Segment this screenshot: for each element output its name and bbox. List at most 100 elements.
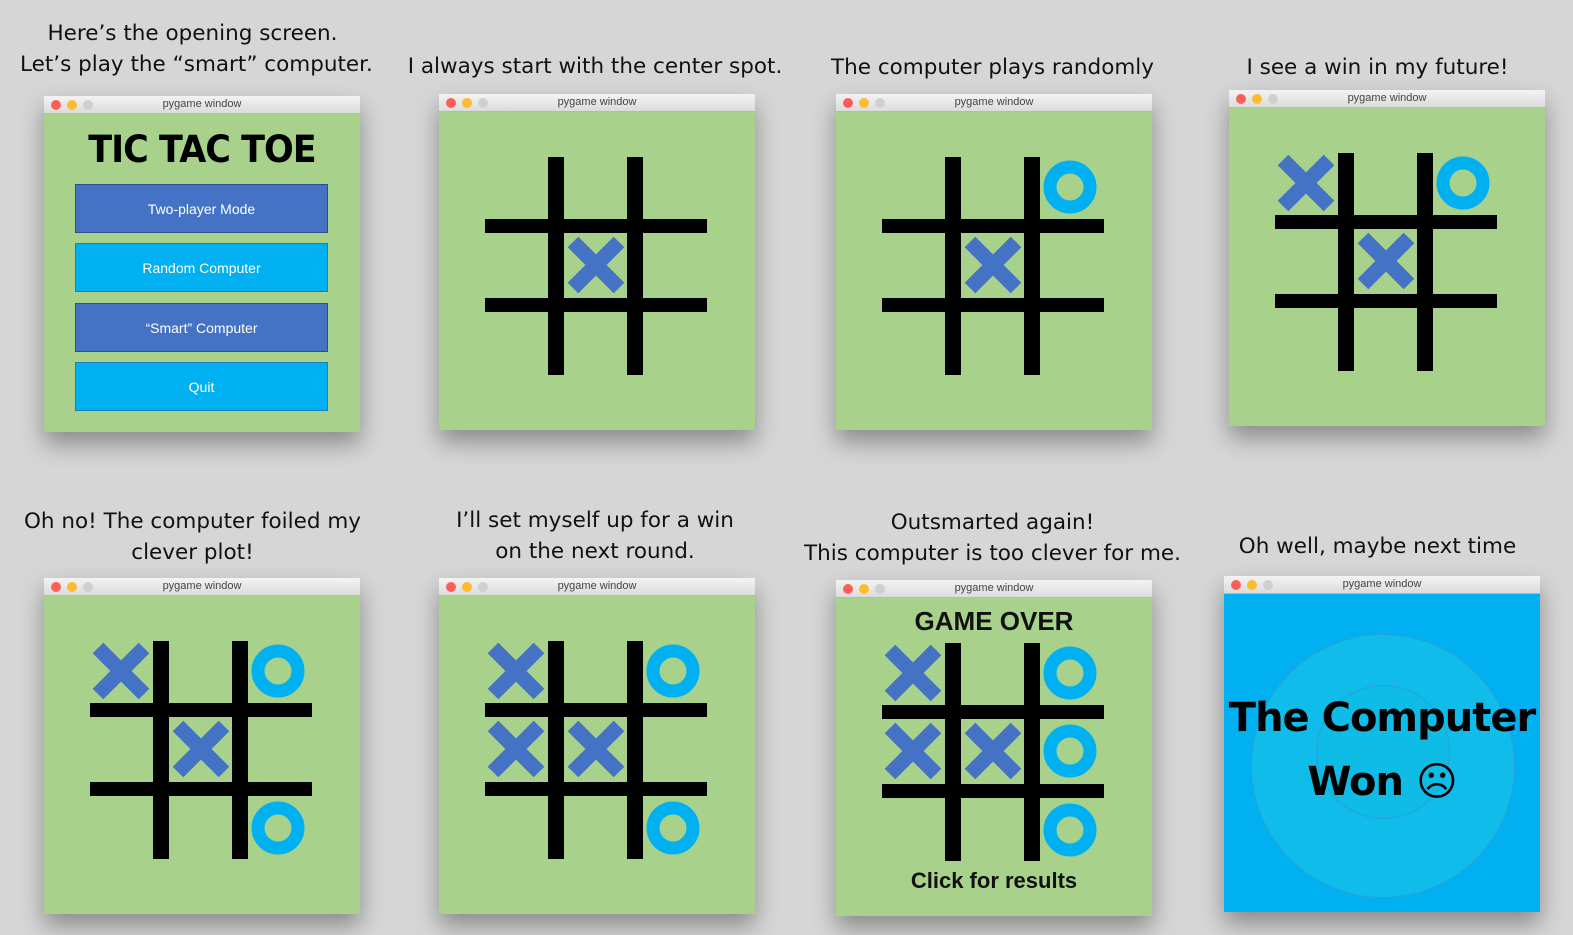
grid-line-vertical — [1338, 153, 1354, 371]
two-player-mode-button[interactable]: Two-player Mode — [75, 184, 328, 233]
window-titlebar[interactable]: pygame window — [836, 580, 1152, 598]
caption-line: clever plot! — [131, 540, 254, 565]
x-mark-icon — [964, 722, 1022, 780]
window-titlebar[interactable]: pygame window — [44, 96, 360, 114]
caption-line: The computer plays randomly — [831, 55, 1154, 80]
caption-7: Outsmarted again! This computer is too c… — [800, 507, 1185, 569]
pygame-window-board-1: pygame window — [439, 94, 755, 430]
x-mark-icon — [884, 644, 942, 702]
board-canvas — [90, 641, 312, 859]
pygame-window-game-over: pygame window GAME OVER Click for result… — [836, 580, 1152, 916]
grid-line-horizontal — [882, 784, 1104, 798]
x-mark-icon — [92, 642, 150, 700]
result-screen[interactable]: The Computer Won ☹ — [1224, 594, 1540, 912]
grid-line-horizontal — [90, 782, 312, 796]
x-mark-icon — [964, 236, 1022, 294]
x-mark-icon — [172, 720, 230, 778]
game-board[interactable] — [439, 112, 755, 430]
quit-button[interactable]: Quit — [75, 362, 328, 411]
grid-line-vertical — [153, 641, 169, 859]
grid-line-vertical — [232, 641, 248, 859]
caption-line: I see a win in my future! — [1246, 55, 1509, 80]
game-board[interactable] — [836, 112, 1152, 430]
grid-line-vertical — [1417, 153, 1433, 371]
window-titlebar[interactable]: pygame window — [44, 578, 360, 596]
game-board[interactable] — [1229, 108, 1545, 426]
result-line-2: Won ☹ — [1307, 759, 1457, 805]
pygame-window-board-5: pygame window — [439, 578, 755, 914]
caption-3: The computer plays randomly — [820, 52, 1165, 83]
window-titlebar[interactable]: pygame window — [1224, 576, 1540, 594]
grid-line-horizontal — [90, 703, 312, 717]
window-title: pygame window — [557, 580, 637, 592]
o-mark-icon — [251, 801, 305, 855]
window-titlebar[interactable]: pygame window — [1229, 90, 1545, 108]
pygame-window-result: pygame window The Computer Won ☹ — [1224, 576, 1540, 912]
result-message: The Computer Won ☹ — [1224, 686, 1540, 814]
random-computer-button[interactable]: Random Computer — [75, 243, 328, 292]
pygame-window-board-3: pygame window — [1229, 90, 1545, 426]
result-line-1: The Computer — [1228, 695, 1536, 741]
window-titlebar[interactable]: pygame window — [439, 578, 755, 596]
game-board[interactable] — [439, 596, 755, 914]
caption-5: Oh no! The computer foiled my clever plo… — [20, 506, 365, 568]
grid-line-vertical — [945, 643, 961, 861]
window-title: pygame window — [1347, 92, 1427, 104]
caption-8: Oh well, maybe next time — [1205, 531, 1550, 562]
caption-1: Here’s the opening screen. Let’s play th… — [20, 18, 373, 80]
smart-computer-button[interactable]: “Smart” Computer — [75, 303, 328, 352]
grid-line-horizontal — [1275, 215, 1497, 229]
caption-line: I always start with the center spot. — [407, 54, 783, 79]
caption-line: Here’s the opening screen. — [47, 21, 338, 46]
caption-line: I’ll set myself up for a win — [456, 508, 734, 533]
x-mark-icon — [487, 642, 545, 700]
grid-line-vertical — [1024, 157, 1040, 375]
pygame-window-menu: pygame window TIC TAC TOE Two-player Mod… — [44, 96, 360, 432]
window-title: pygame window — [954, 96, 1034, 108]
o-mark-icon — [646, 644, 700, 698]
grid-line-vertical — [627, 157, 643, 375]
window-titlebar[interactable]: pygame window — [439, 94, 755, 112]
o-mark-icon — [646, 801, 700, 855]
caption-line: Outsmarted again! — [890, 510, 1095, 535]
caption-line: on the next round. — [495, 539, 695, 564]
game-board[interactable] — [44, 596, 360, 914]
game-title: TIC TAC TOE — [88, 128, 316, 172]
grid-line-horizontal — [485, 219, 707, 233]
grid-line-horizontal — [882, 219, 1104, 233]
pygame-window-board-4: pygame window — [44, 578, 360, 914]
x-mark-icon — [567, 720, 625, 778]
board-canvas — [1275, 153, 1497, 371]
window-title: pygame window — [1342, 578, 1422, 590]
grid-line-vertical — [945, 157, 961, 375]
board-canvas — [485, 157, 707, 375]
o-mark-icon — [251, 644, 305, 698]
o-mark-icon — [1043, 646, 1097, 700]
grid-line-horizontal — [485, 298, 707, 312]
click-for-results-prompt[interactable]: Click for results — [836, 868, 1152, 894]
x-mark-icon — [1277, 154, 1335, 212]
x-mark-icon — [884, 722, 942, 780]
game-over-title: GAME OVER — [914, 606, 1074, 636]
grid-line-horizontal — [485, 782, 707, 796]
window-title: pygame window — [162, 580, 242, 592]
caption-2: I always start with the center spot. — [400, 51, 790, 82]
grid-line-vertical — [1024, 643, 1040, 861]
grid-line-horizontal — [882, 705, 1104, 719]
caption-6: I’ll set myself up for a win on the next… — [420, 505, 770, 567]
grid-line-horizontal — [882, 298, 1104, 312]
window-titlebar[interactable]: pygame window — [836, 94, 1152, 112]
caption-line: Let’s play the “smart” computer. — [20, 52, 373, 77]
caption-4: I see a win in my future! — [1205, 52, 1550, 83]
grid-line-vertical — [548, 641, 564, 859]
window-title: pygame window — [162, 98, 242, 110]
grid-line-horizontal — [485, 703, 707, 717]
game-board[interactable]: GAME OVER Click for results — [836, 598, 1152, 916]
board-canvas — [882, 157, 1104, 375]
o-mark-icon — [1043, 160, 1097, 214]
board-canvas — [485, 641, 707, 859]
pygame-window-board-2: pygame window — [836, 94, 1152, 430]
grid-line-vertical — [548, 157, 564, 375]
x-mark-icon — [567, 236, 625, 294]
grid-line-horizontal — [1275, 294, 1497, 308]
